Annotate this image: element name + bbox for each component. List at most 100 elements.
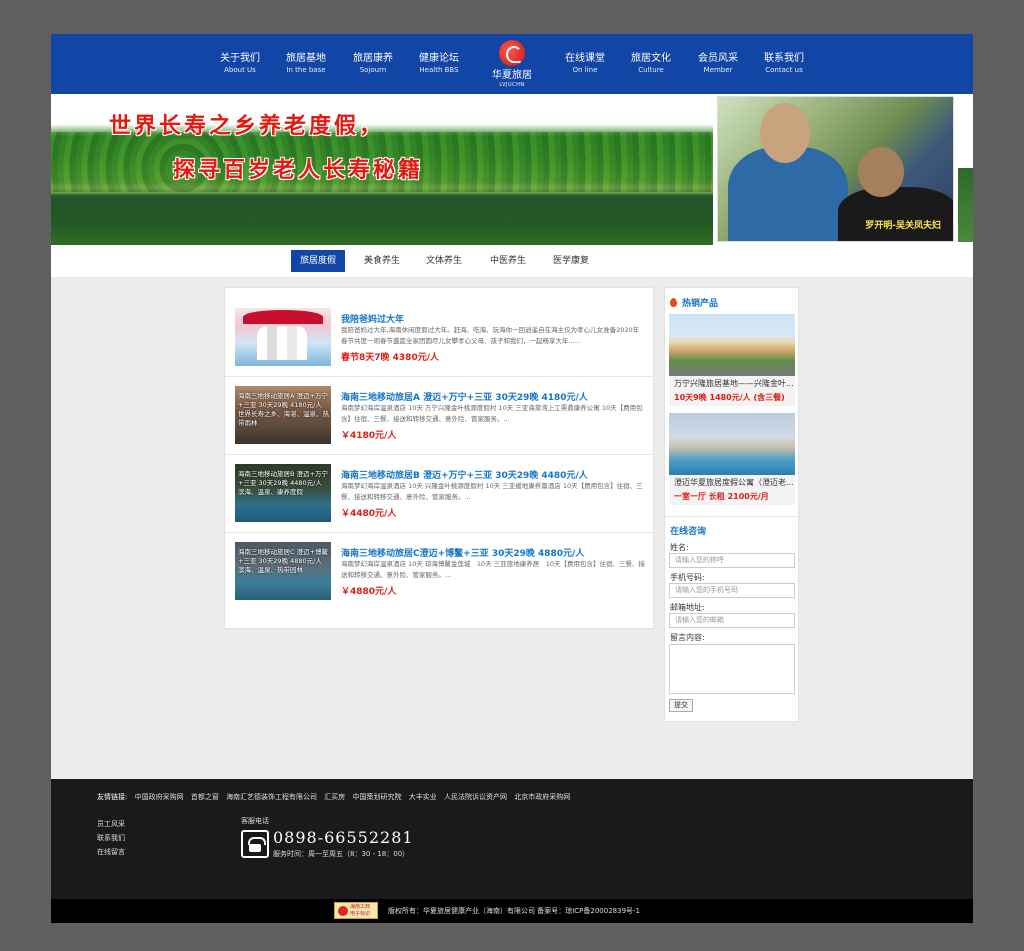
tab-rehab[interactable]: 医学康复 — [544, 250, 598, 272]
nav-member[interactable]: 会员风采 Member — [683, 53, 753, 76]
phone-input[interactable]: 请输入您的手机号码 — [669, 583, 795, 598]
product-price: 一室一厅 长租 2100元/月 — [674, 492, 769, 501]
nav-contact[interactable]: 联系我们 Contact us — [749, 53, 819, 76]
item-thumbnail[interactable]: 海南三地移动旅居C 澄迈+博鳌+三亚 30天29晚 4880元/人 滨海、温泉、… — [235, 542, 331, 600]
friend-link[interactable]: 中国政府采购网 — [135, 793, 184, 801]
list-item[interactable]: 海南三地移动旅居A 澄迈+万宁+三亚 30天29晚 4180元/人 世界长寿之乡… — [235, 386, 645, 464]
product-name[interactable]: 澄迈华夏旅居度假公寓（澄迈老... — [674, 477, 794, 488]
badge-text: 海南工商 电子标识 — [350, 904, 370, 918]
nav-culture-en: Culture — [638, 66, 664, 74]
divider — [225, 454, 655, 455]
friend-links: 友情链接: 中国政府采购网 首都之窗 海南汇艺德装饰工程有限公司 汇买房 中国策… — [97, 792, 575, 802]
footer: 友情链接: 中国政府采购网 首都之窗 海南汇艺德装饰工程有限公司 汇买房 中国策… — [51, 779, 973, 899]
product-name[interactable]: 万宁兴隆旅居基地——兴隆金叶... — [674, 378, 794, 389]
tab-food-health[interactable]: 美食养生 — [355, 250, 409, 272]
hot-product-card[interactable]: 澄迈华夏旅居度假公寓（澄迈老... 一室一厅 长租 2100元/月 — [669, 413, 795, 505]
nav-health-bbs[interactable]: 健康论坛 Health BBS — [404, 53, 474, 76]
item-title[interactable]: 海南三地移动旅居B 澄迈+万宁+三亚 30天29晚 4480元/人 — [341, 468, 588, 481]
nav-member-en: Member — [703, 66, 733, 74]
thumbnail-overlay-text: 海南三地移动旅居B 澄迈+万宁+三亚 30天29晚 4480元/人 滨海、温泉、… — [238, 470, 328, 496]
photo-caption: 罗开明-吴关凤夫妇 — [865, 221, 941, 231]
business-license-badge[interactable]: 海南工商 电子标识 — [334, 902, 378, 919]
phone-label: 手机号码: — [670, 573, 705, 582]
nav-about[interactable]: 关于我们 About Us — [205, 53, 275, 76]
hot-product-card[interactable]: 万宁兴隆旅居基地——兴隆金叶... 10天9晚 1480元/人 (含三餐) — [669, 314, 795, 406]
footer-link-staff[interactable]: 员工风采 — [97, 819, 125, 829]
item-title[interactable]: 我陪爸妈过大年 — [341, 312, 404, 325]
nav-online-class-cn: 在线课堂 — [565, 53, 605, 64]
item-thumbnail[interactable]: 海南三地移动旅居B 澄迈+万宁+三亚 30天29晚 4480元/人 滨海、温泉、… — [235, 464, 331, 522]
friend-link[interactable]: 汇买房 — [324, 793, 345, 801]
item-title[interactable]: 海南三地移动旅居C澄迈+博鳌+三亚 30天29晚 4880元/人 — [341, 546, 584, 559]
item-title[interactable]: 海南三地移动旅居A 澄迈+万宁+三亚 30天29晚 4180元/人 — [341, 390, 588, 403]
service-hours: 服务时间：周一至周五（8：30 - 18：00） — [273, 850, 410, 858]
list-item[interactable]: 海南三地移动旅居C 澄迈+博鳌+三亚 30天29晚 4880元/人 滨海、温泉、… — [235, 542, 645, 620]
category-tabs: 旅居度假 美食养生 文体养生 中医养生 医学康复 — [51, 245, 973, 277]
package-list: 我陪爸妈过大年 我陪爸妈过大年,海南休闲度假过大年。赶海、吃海、玩海你一回逍遥自… — [224, 287, 655, 629]
item-thumbnail[interactable]: 海南三地移动旅居A 澄迈+万宁+三亚 30天29晚 4180元/人 世界长寿之乡… — [235, 386, 331, 444]
friend-link[interactable]: 中国策划研究院 — [353, 793, 402, 801]
fire-icon — [670, 298, 677, 307]
tab-sports-health[interactable]: 文体养生 — [417, 250, 471, 272]
name-input[interactable]: 请输入您的称呼 — [669, 553, 795, 568]
tab-vacation[interactable]: 旅居度假 — [291, 250, 345, 272]
page-frame: 关于我们 About Us 旅居基地 In the base 旅居康养 Sojo… — [51, 34, 973, 923]
tab-tcm-health[interactable]: 中医养生 — [481, 250, 535, 272]
nav-contact-cn: 联系我们 — [764, 53, 804, 64]
product-image[interactable] — [669, 413, 795, 475]
banner-slogan-line1: 世界长寿之乡养老度假， — [109, 113, 385, 139]
friend-links-label: 友情链接: — [97, 793, 128, 801]
nav-sojourn-en: Sojourn — [359, 66, 387, 74]
footer-link-message[interactable]: 在线留言 — [97, 847, 125, 857]
nav-online-class[interactable]: 在线课堂 On line — [550, 53, 620, 76]
friend-link[interactable]: 海南汇艺德装饰工程有限公司 — [226, 793, 317, 801]
footer-link-contact[interactable]: 联系我们 — [97, 833, 125, 843]
item-thumbnail[interactable] — [235, 308, 331, 366]
nav-base-cn: 旅居基地 — [286, 53, 326, 64]
logo-brand-cn: 华夏旅居 — [492, 70, 532, 81]
product-price: 10天9晚 1480元/人 (含三餐) — [674, 393, 785, 402]
item-price: ￥4480元/人 — [341, 509, 397, 519]
submit-button[interactable]: 提交 — [669, 699, 693, 712]
nav-sojourn[interactable]: 旅居康养 Sojourn — [338, 53, 408, 76]
nav-member-cn: 会员风采 — [698, 53, 738, 64]
item-price: ￥4180元/人 — [341, 431, 397, 441]
email-label: 邮箱地址: — [670, 603, 705, 612]
banner-next-slide-edge — [958, 168, 973, 242]
nav-contact-en: Contact us — [765, 66, 803, 74]
divider — [225, 532, 655, 533]
badge-line2: 电子标识 — [350, 911, 371, 917]
friend-link[interactable]: 北京市政府采购网 — [514, 793, 570, 801]
list-item[interactable]: 我陪爸妈过大年 我陪爸妈过大年,海南休闲度假过大年。赶海、吃海、玩海你一回逍遥自… — [235, 308, 645, 386]
hotline-label: 客服电话 — [241, 817, 269, 825]
nav-about-cn: 关于我们 — [220, 53, 260, 64]
friend-link[interactable]: 首都之窗 — [191, 793, 219, 801]
item-description: 我陪爸妈过大年,海南休闲度假过大年。赶海、吃海、玩海你一回逍遥自在海主仅为孝心儿… — [341, 326, 640, 345]
nav-base[interactable]: 旅居基地 In the base — [271, 53, 341, 76]
nav-about-en: About Us — [224, 66, 256, 74]
nav-culture-cn: 旅居文化 — [631, 53, 671, 64]
thumbnail-overlay-text: 海南三地移动旅居C 澄迈+博鳌+三亚 30天29晚 4880元/人 滨海、温泉、… — [238, 548, 329, 574]
consult-title: 在线咨询 — [670, 527, 707, 537]
item-price: ￥4880元/人 — [341, 587, 397, 597]
site-logo[interactable]: 华夏旅居 LVJUCHN — [483, 34, 541, 100]
hotline-number[interactable]: 0898-66552281 — [273, 828, 414, 847]
banner-elderly-couple-photo: 罗开明-吴关凤夫妇 — [717, 96, 954, 242]
name-label: 姓名: — [670, 543, 689, 552]
hero-banner[interactable]: 世界长寿之乡养老度假， 探寻百岁老人长寿秘籍 罗开明-吴关凤夫妇 — [51, 94, 973, 245]
message-textarea[interactable] — [669, 644, 795, 694]
nav-culture[interactable]: 旅居文化 Culture — [616, 53, 686, 76]
friend-link[interactable]: 大丰实业 — [409, 793, 437, 801]
photo-face-2 — [858, 147, 904, 197]
header: 关于我们 About Us 旅居基地 In the base 旅居康养 Sojo… — [51, 34, 973, 100]
product-image[interactable] — [669, 314, 795, 376]
email-input[interactable]: 请输入您的邮箱 — [669, 613, 795, 628]
hot-products-title: 热销产品 — [682, 299, 719, 309]
list-item[interactable]: 海南三地移动旅居B 澄迈+万宁+三亚 30天29晚 4480元/人 滨海、温泉、… — [235, 464, 645, 542]
hot-products-heading: 热销产品 — [670, 296, 718, 309]
item-description: 海南梦幻海岸温泉酒店 10天 兴隆金叶桃源度假村 10天 三亚缓地康养篇酒店 1… — [341, 482, 643, 501]
logo-brand-en: LVJUCHN — [499, 82, 525, 88]
divider — [665, 516, 800, 517]
item-price: 春节8天7晚 4380元/人 — [341, 353, 439, 363]
friend-link[interactable]: 人民法院诉讼资产网 — [444, 793, 507, 801]
